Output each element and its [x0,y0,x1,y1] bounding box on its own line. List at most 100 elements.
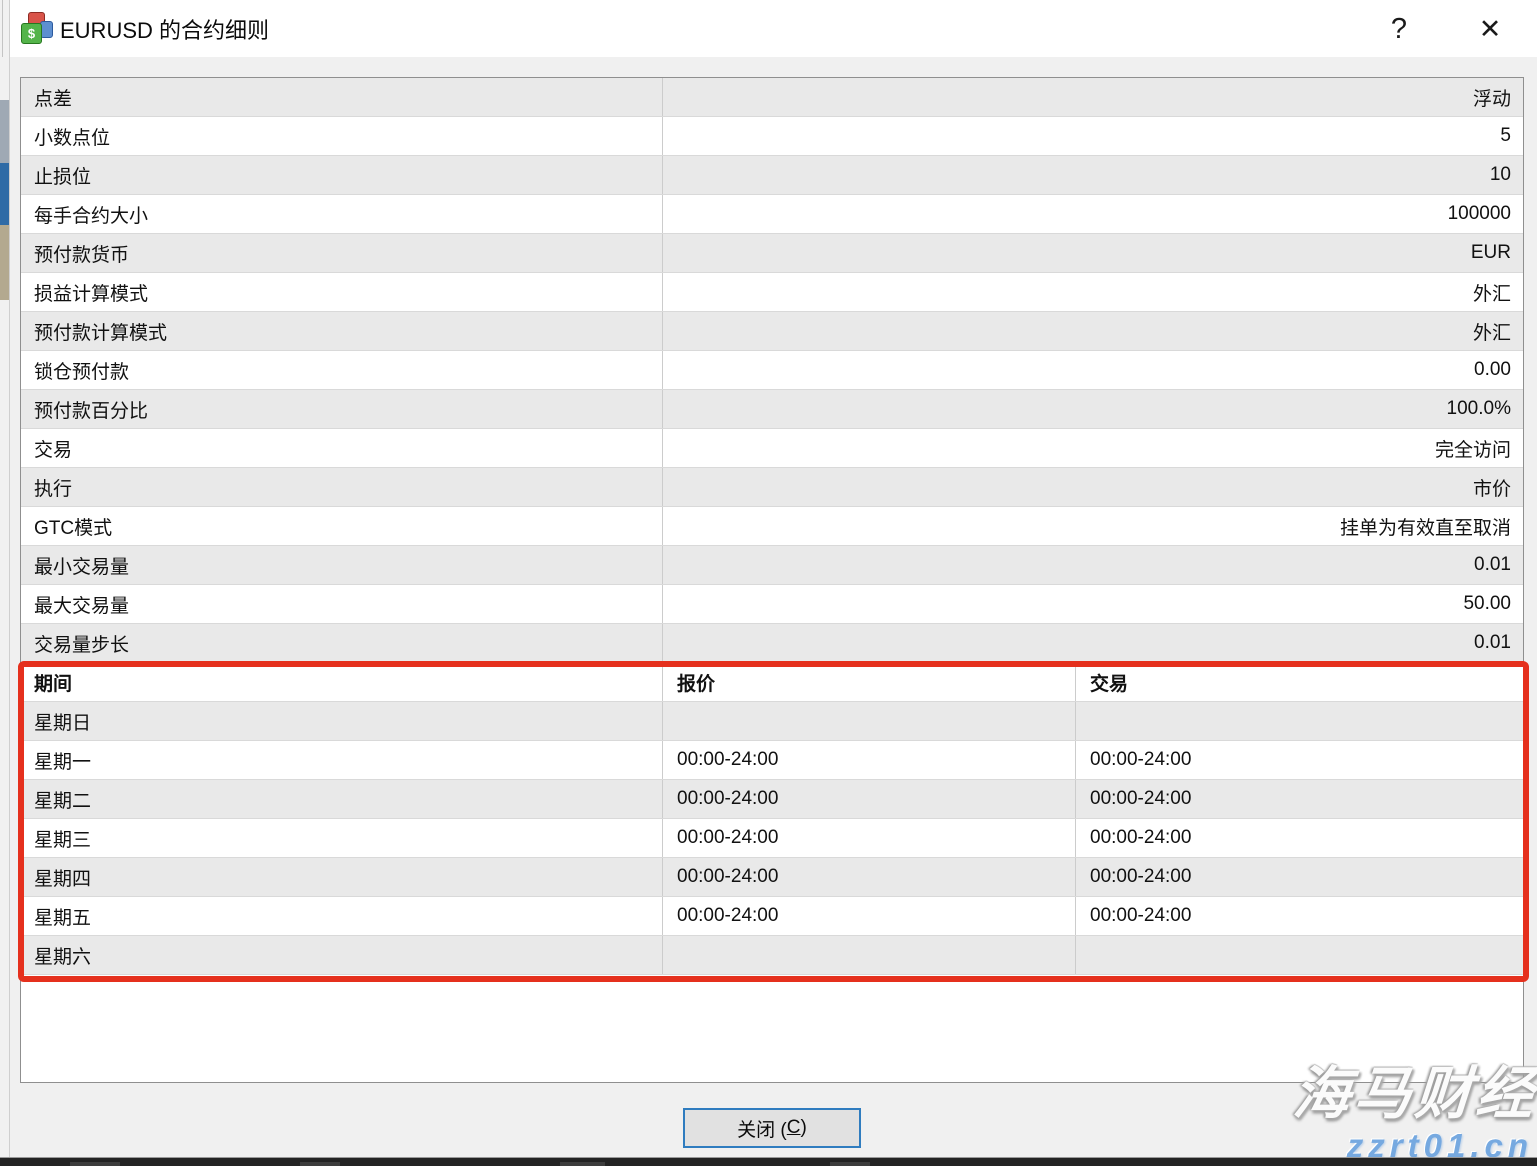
session-trade: 00:00-24:00 [1076,897,1523,935]
sessions-table-row[interactable]: 星期日 [21,702,1523,741]
session-quotes [663,702,1076,740]
spec-row-label: 小数点位 [21,117,663,155]
spec-table: 点差 浮动 小数点位 5 止损位 10 每手合约大小 100000 预付款货币 … [21,78,1523,663]
background-window-sliver [0,0,10,1157]
spec-row-value: 浮动 [663,78,1523,116]
session-day: 星期二 [21,780,663,818]
spec-row-value: 外汇 [663,312,1523,350]
session-trade [1076,702,1523,740]
spec-row-label: 预付款货币 [21,234,663,272]
sessions-header-trade: 交易 [1076,663,1523,701]
session-day: 星期六 [21,936,663,974]
spec-row-value: EUR [663,234,1523,272]
spec-row-value: 0.01 [663,624,1523,662]
background-window-fragment-blue [0,163,9,225]
spec-table-row[interactable]: 预付款货币 EUR [21,234,1523,273]
session-day: 星期一 [21,741,663,779]
spec-table-row[interactable]: 交易量步长 0.01 [21,624,1523,663]
help-button[interactable]: ? [1376,8,1422,50]
session-trade: 00:00-24:00 [1076,819,1523,857]
spec-row-label: 最小交易量 [21,546,663,584]
session-trade: 00:00-24:00 [1076,858,1523,896]
spec-row-label: 交易 [21,429,663,467]
spec-row-label: 每手合约大小 [21,195,663,233]
session-quotes: 00:00-24:00 [663,741,1076,779]
spec-row-label: 执行 [21,468,663,506]
session-quotes: 00:00-24:00 [663,897,1076,935]
spec-row-value: 100000 [663,195,1523,233]
bottom-strip-segment [560,1162,605,1166]
spec-row-value: 50.00 [663,585,1523,623]
session-trade: 00:00-24:00 [1076,780,1523,818]
contract-specification-icon: $ [21,12,53,44]
session-quotes: 00:00-24:00 [663,858,1076,896]
sessions-table-row[interactable]: 星期三 00:00-24:00 00:00-24:00 [21,819,1523,858]
session-day: 星期五 [21,897,663,935]
spec-row-value: 5 [663,117,1523,155]
bottom-strip-segment [70,1162,120,1166]
spec-table-row[interactable]: 预付款计算模式 外汇 [21,312,1523,351]
close-button-label-prefix: 关闭 ( [737,1115,787,1142]
session-trade: 00:00-24:00 [1076,741,1523,779]
session-quotes: 00:00-24:00 [663,819,1076,857]
close-button[interactable]: 关闭 (C) [683,1108,861,1148]
background-window-edge [2,0,3,57]
spec-table-row[interactable]: 预付款百分比 100.0% [21,390,1523,429]
spec-row-label: 预付款计算模式 [21,312,663,350]
spec-row-value: 外汇 [663,273,1523,311]
session-quotes [663,936,1076,974]
spec-row-value: 10 [663,156,1523,194]
spec-table-row[interactable]: 锁仓预付款 0.00 [21,351,1523,390]
spec-row-label: 损益计算模式 [21,273,663,311]
background-window-fragment [0,100,9,163]
bottom-strip-segment [830,1162,870,1166]
session-quotes: 00:00-24:00 [663,780,1076,818]
close-button-label-suffix: ) [801,1117,807,1139]
spec-table-row[interactable]: 交易 完全访问 [21,429,1523,468]
spec-table-row[interactable]: 损益计算模式 外汇 [21,273,1523,312]
spec-row-value: 100.0% [663,390,1523,428]
spec-row-label: 预付款百分比 [21,390,663,428]
spec-row-label: 锁仓预付款 [21,351,663,389]
session-day: 星期日 [21,702,663,740]
dialog-titlebar: $ EURUSD 的合约细则 ? ✕ [0,0,1537,57]
session-trade [1076,936,1523,974]
spec-table-row[interactable]: 最大交易量 50.00 [21,585,1523,624]
sessions-table-row[interactable]: 星期一 00:00-24:00 00:00-24:00 [21,741,1523,780]
spec-row-label: 点差 [21,78,663,116]
sessions-table-header: 期间 报价 交易 [21,663,1523,702]
spec-row-value: 挂单为有效直至取消 [663,507,1523,545]
spec-table-row[interactable]: 小数点位 5 [21,117,1523,156]
background-window-fragment-tan [0,225,9,300]
spec-row-label: 最大交易量 [21,585,663,623]
close-button-accesskey: C [787,1117,801,1139]
sessions-table: 星期日 星期一 00:00-24:00 00:00-24:00 星期二 00:0… [21,702,1523,975]
spec-table-row[interactable]: 每手合约大小 100000 [21,195,1523,234]
dialog-title: EURUSD 的合约细则 [60,13,269,45]
icon-green-dollar-tile: $ [21,23,42,44]
close-icon[interactable]: ✕ [1462,8,1518,50]
spec-row-label: 交易量步长 [21,624,663,662]
spec-row-value: 0.00 [663,351,1523,389]
sessions-table-row[interactable]: 星期四 00:00-24:00 00:00-24:00 [21,858,1523,897]
sessions-header-quotes: 报价 [663,663,1076,701]
spec-row-value: 完全访问 [663,429,1523,467]
sessions-header-period: 期间 [21,663,663,701]
bottom-taskbar-strip [0,1157,1537,1166]
spec-table-row[interactable]: 点差 浮动 [21,78,1523,117]
contract-spec-panel: 点差 浮动 小数点位 5 止损位 10 每手合约大小 100000 预付款货币 … [20,77,1524,1083]
spec-row-label: GTC模式 [21,507,663,545]
spec-table-row[interactable]: 最小交易量 0.01 [21,546,1523,585]
session-day: 星期三 [21,819,663,857]
sessions-table-row[interactable]: 星期六 [21,936,1523,975]
spec-table-row[interactable]: GTC模式 挂单为有效直至取消 [21,507,1523,546]
spec-row-label: 止损位 [21,156,663,194]
spec-row-value: 市价 [663,468,1523,506]
spec-table-row[interactable]: 止损位 10 [21,156,1523,195]
sessions-table-row[interactable]: 星期二 00:00-24:00 00:00-24:00 [21,780,1523,819]
bottom-strip-segment [300,1162,340,1166]
sessions-table-row[interactable]: 星期五 00:00-24:00 00:00-24:00 [21,897,1523,936]
spec-row-value: 0.01 [663,546,1523,584]
session-day: 星期四 [21,858,663,896]
spec-table-row[interactable]: 执行 市价 [21,468,1523,507]
